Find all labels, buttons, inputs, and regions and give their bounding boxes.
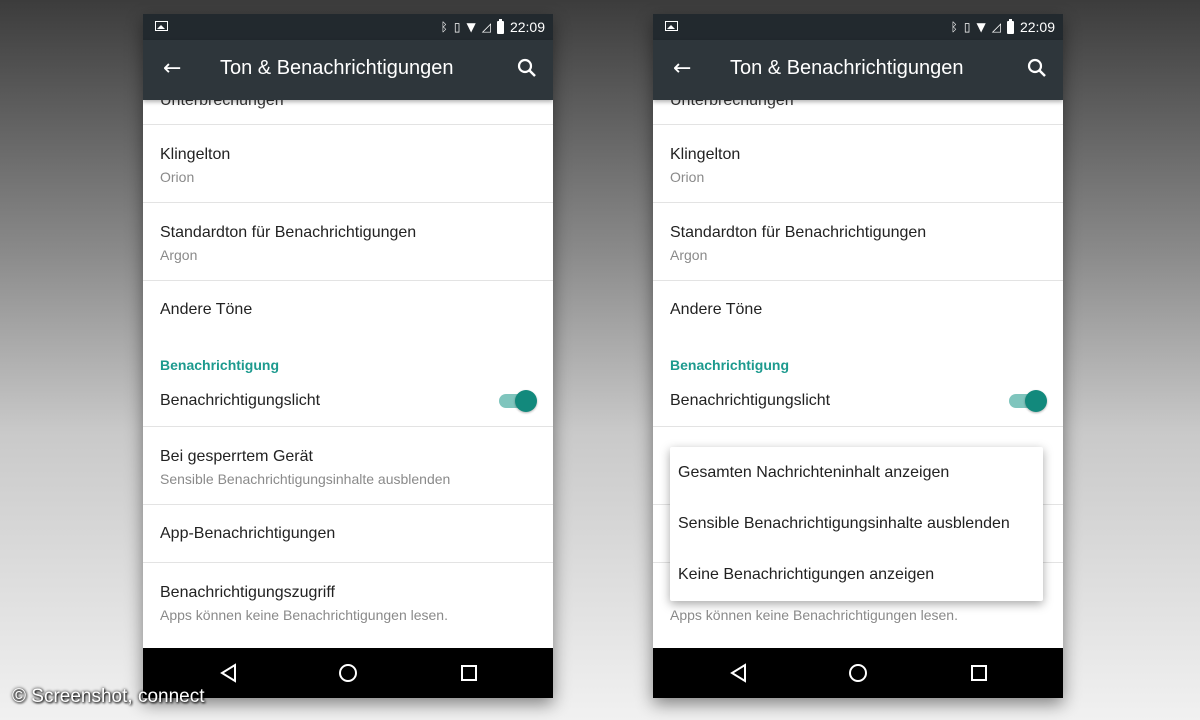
status-bar: ᛒ ▯ ▼ ◿ 22:09	[653, 14, 1063, 40]
bluetooth-icon: ᛒ	[440, 20, 448, 34]
ringtone-value: Orion	[160, 169, 195, 185]
settings-item-ringtone[interactable]: Klingelton Orion	[653, 125, 1063, 203]
phone-screen-right: ᛒ ▯ ▼ ◿ 22:09 ← Ton & Benachrichtigungen…	[653, 14, 1063, 698]
settings-item-other-tones[interactable]: Andere Töne	[143, 281, 553, 338]
image-notification-icon	[155, 21, 168, 31]
popup-option-show-all[interactable]: Gesamten Nachrichteninhalt anzeigen	[670, 447, 1043, 498]
locked-device-value: Sensible Benachrichtigungsinhalte ausble…	[160, 471, 451, 487]
settings-item-ringtone[interactable]: Klingelton Orion	[143, 125, 553, 203]
back-arrow-icon[interactable]: ←	[163, 56, 181, 82]
page-title: Ton & Benachrichtigungen	[730, 57, 964, 79]
settings-item-app-notifications[interactable]: App-Benachrichtigungen	[143, 505, 553, 563]
settings-item-default-tone[interactable]: Standardton für Benachrichtigungen Argon	[653, 203, 1063, 281]
section-header-label: Benachrichtigung	[670, 357, 790, 373]
other-tones-title: Andere Töne	[670, 301, 763, 318]
signal-icon: ◿	[481, 20, 491, 34]
default-tone-title: Standardton für Benachrichtigungen	[160, 224, 417, 241]
popup-option-label: Keine Benachrichtigungen anzeigen	[678, 566, 935, 583]
ringtone-title: Klingelton	[160, 146, 231, 163]
toggle-knob	[515, 390, 537, 412]
locked-device-title: Bei gesperrtem Gerät	[160, 448, 313, 465]
clock: 22:09	[1019, 19, 1055, 35]
image-notification-icon	[665, 21, 678, 31]
clock: 22:09	[509, 19, 545, 35]
notification-access-value: Apps können keine Benachrichtigungen les…	[160, 607, 448, 623]
settings-item-notification-access[interactable]: Benachrichtigungszugriff Apps können kei…	[143, 563, 553, 640]
notification-access-value: Apps können keine Benachrichtigungen les…	[670, 607, 958, 623]
settings-item-other-tones[interactable]: Andere Töne	[653, 281, 1063, 338]
popup-option-show-none[interactable]: Keine Benachrichtigungen anzeigen	[670, 549, 1043, 600]
settings-item-locked-device[interactable]: Bei gesperrtem Gerät Sensible Benachrich…	[143, 427, 553, 505]
toggle-knob	[1025, 390, 1047, 412]
app-notifications-title: App-Benachrichtigungen	[160, 525, 336, 542]
search-icon[interactable]	[1027, 58, 1047, 78]
status-icons: ᛒ ▯ ▼ ◿ 22:09	[441, 18, 545, 36]
default-tone-value: Argon	[670, 247, 708, 263]
section-header: Benachrichtigung	[653, 338, 1063, 378]
app-bar: ← Ton & Benachrichtigungen	[143, 40, 553, 100]
nav-home-icon[interactable]	[338, 663, 358, 683]
lockscreen-options-popup: Gesamten Nachrichteninhalt anzeigen Sens…	[670, 447, 1043, 601]
phone-screen-left: ᛒ ▯ ▼ ◿ 22:09 ← Ton & Benachrichtigungen…	[143, 14, 553, 698]
page-title: Ton & Benachrichtigungen	[220, 57, 454, 79]
back-arrow-icon[interactable]: ←	[673, 56, 691, 82]
navigation-bar	[653, 648, 1063, 698]
section-header-label: Benachrichtigung	[160, 357, 280, 373]
notification-light-toggle[interactable]	[499, 390, 537, 412]
battery-icon	[1006, 18, 1014, 34]
battery-icon	[496, 18, 504, 34]
default-tone-value: Argon	[160, 247, 198, 263]
status-icons: ᛒ ▯ ▼ ◿ 22:09	[951, 18, 1055, 36]
nav-recent-apps-icon[interactable]	[459, 663, 479, 683]
settings-item-notification-light[interactable]: Benachrichtigungslicht	[143, 378, 553, 427]
copyright-watermark: © Screenshot, connect	[12, 686, 205, 707]
wifi-icon: ▼	[466, 20, 476, 34]
settings-item-notification-light[interactable]: Benachrichtigungslicht	[653, 378, 1063, 427]
vibrate-icon: ▯	[963, 20, 971, 34]
nav-recent-apps-icon[interactable]	[969, 663, 989, 683]
settings-item-partial-title: Unterbrechungen	[160, 100, 284, 109]
signal-icon: ◿	[991, 20, 1001, 34]
settings-item-partial-title: Unterbrechungen	[670, 100, 794, 109]
settings-item-partial[interactable]: Unterbrechungen	[143, 100, 553, 125]
nav-back-icon[interactable]	[729, 663, 749, 683]
popup-option-hide-sensitive[interactable]: Sensible Benachrichtigungsinhalte ausble…	[670, 498, 1043, 549]
ringtone-value: Orion	[670, 169, 705, 185]
notification-access-title: Benachrichtigungszugriff	[160, 584, 335, 601]
bluetooth-icon: ᛒ	[950, 20, 958, 34]
notification-light-title: Benachrichtigungslicht	[160, 392, 321, 409]
settings-item-default-tone[interactable]: Standardton für Benachrichtigungen Argon	[143, 203, 553, 281]
nav-back-icon[interactable]	[219, 663, 239, 683]
settings-list: Unterbrechungen Klingelton Orion Standar…	[143, 100, 553, 648]
vibrate-icon: ▯	[453, 20, 461, 34]
ringtone-title: Klingelton	[670, 146, 741, 163]
nav-home-icon[interactable]	[848, 663, 868, 683]
default-tone-title: Standardton für Benachrichtigungen	[670, 224, 927, 241]
settings-item-partial[interactable]: Unterbrechungen	[653, 100, 1063, 125]
popup-option-label: Sensible Benachrichtigungsinhalte ausble…	[678, 515, 1010, 532]
notification-light-title: Benachrichtigungslicht	[670, 392, 831, 409]
app-bar: ← Ton & Benachrichtigungen	[653, 40, 1063, 100]
section-header: Benachrichtigung	[143, 338, 553, 378]
notification-light-toggle[interactable]	[1009, 390, 1047, 412]
search-icon[interactable]	[517, 58, 537, 78]
status-bar: ᛒ ▯ ▼ ◿ 22:09	[143, 14, 553, 40]
wifi-icon: ▼	[976, 20, 986, 34]
other-tones-title: Andere Töne	[160, 301, 253, 318]
popup-option-label: Gesamten Nachrichteninhalt anzeigen	[678, 464, 950, 481]
